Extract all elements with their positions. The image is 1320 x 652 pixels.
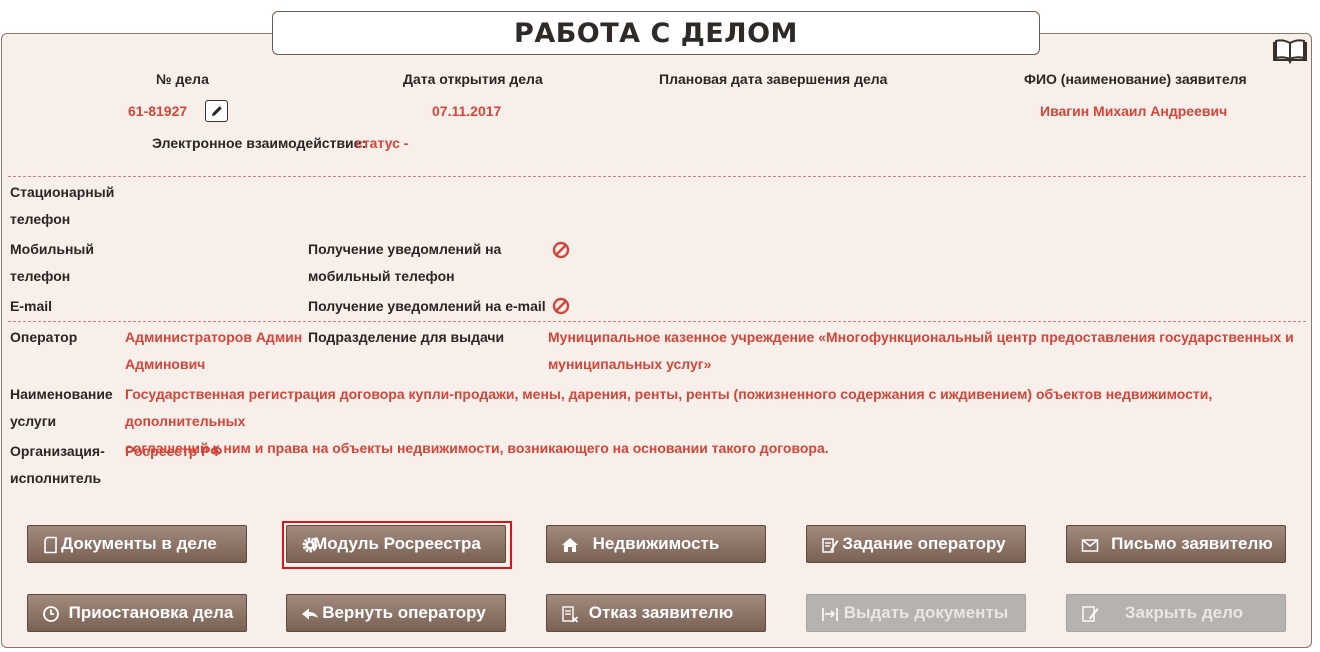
executor-value: Росреестр РФ [125,443,223,459]
property-button[interactable]: Недвижимость [546,525,766,563]
division-label: Подразделение для выдачи [308,329,505,345]
edit-case-button[interactable] [205,100,228,122]
division-value-line2: муниципальных услуг» [548,356,712,372]
return-operator-button[interactable]: Вернуть оператору [286,594,506,632]
issue-documents-button-label: Выдать документы [843,603,1009,622]
mobile-label-line1: Мобильный [10,241,94,257]
service-label: Наименование услуги [10,381,113,435]
page-title-text: РАБОТА С ДЕЛОМ [514,17,798,49]
close-case-button[interactable]: Закрыть дело [1066,594,1286,632]
interaction-status: статус - [355,135,409,151]
operator-value-line1: Администраторов Админ [125,329,303,345]
open-date-label: Дата открытия дела [403,71,543,87]
email-label: E-mail [10,298,53,314]
issue-documents-icon [822,608,838,621]
notify-mobile-label-line2: мобильный телефон [308,268,455,284]
selected-highlight [282,521,512,569]
interaction-label: Электронное взаимодействие: [152,135,367,151]
open-date-value: 07.11.2017 [432,103,502,119]
operator-label: Оператор [10,329,78,345]
close-case-icon [1082,606,1099,622]
service-value-line2: соглашений к ним и права на объекты недв… [125,440,829,456]
applicant-value: Ивагин Михаил Андреевич [1040,103,1228,119]
property-button-label: Недвижимость [592,534,720,553]
suspend-button-label: Приостановка дела [68,603,234,622]
notify-mobile-label-line1: Получение уведомлений на [308,241,502,257]
separator [8,321,1306,322]
reply-arrow-icon [302,608,318,620]
close-case-button-label: Закрыть дело [1124,603,1244,622]
executor-label: Организация- исполнитель [10,438,105,492]
operator-value-line2: Админович [125,356,206,372]
mobile-label: Мобильный телефон [10,236,94,290]
landline-label-line1: Стационарный [10,184,115,200]
page-title: РАБОТА С ДЕЛОМ [272,11,1040,55]
division-value: Муниципальное казенное учреждение «Много… [548,324,1294,378]
case-number-label: № дела [156,71,209,87]
service-value-line1: Государственная регистрация договора куп… [125,386,1213,429]
clock-icon [43,606,59,622]
landline-label: Стационарный телефон [10,179,114,233]
letter-button-label: Письмо заявителю [1111,534,1273,553]
separator [8,176,1306,177]
document-icon [44,536,57,554]
issue-documents-button[interactable]: Выдать документы [806,594,1026,632]
documents-button-label: Документы в деле [61,534,217,553]
refuse-applicant-button[interactable]: Отказ заявителю [546,594,766,632]
operator-task-button-label: Задание оператору [842,534,1006,553]
operator-value: Администраторов Админ Админович [125,324,302,378]
envelope-icon [1081,539,1099,552]
executor-label-line2: исполнитель [10,470,102,486]
landline-label-line2: телефон [10,211,71,227]
return-operator-button-label: Вернуть оператору [322,603,486,622]
planned-date-label: Плановая дата завершения дела [659,71,888,87]
case-number-value: 61-81927 [128,103,188,119]
task-edit-icon [822,538,839,553]
notify-email-off-icon[interactable] [552,297,570,315]
notify-email-label: Получение уведомлений на e-mail [308,298,546,314]
mobile-label-line2: телефон [10,268,71,284]
book-icon[interactable] [1271,38,1309,64]
service-value: Государственная регистрация договора куп… [125,381,1320,462]
suspend-button[interactable]: Приостановка дела [27,594,247,632]
letter-button[interactable]: Письмо заявителю [1066,525,1286,563]
applicant-label: ФИО (наименование) заявителя [1024,71,1247,87]
home-icon [562,538,578,552]
operator-task-button[interactable]: Задание оператору [806,525,1026,563]
notify-mobile-off-icon[interactable] [552,241,570,259]
notify-mobile-label: Получение уведомлений на мобильный телеф… [308,236,501,290]
pencil-icon [211,106,222,116]
division-value-line1: Муниципальное казенное учреждение «Много… [548,329,1294,345]
service-label-line2: услуги [10,413,57,429]
documents-button[interactable]: Документы в деле [27,525,247,563]
service-label-line1: Наименование [10,386,113,402]
executor-label-line1: Организация- [10,443,105,459]
refuse-applicant-button-label: Отказ заявителю [588,603,734,622]
document-reject-icon [562,606,579,623]
